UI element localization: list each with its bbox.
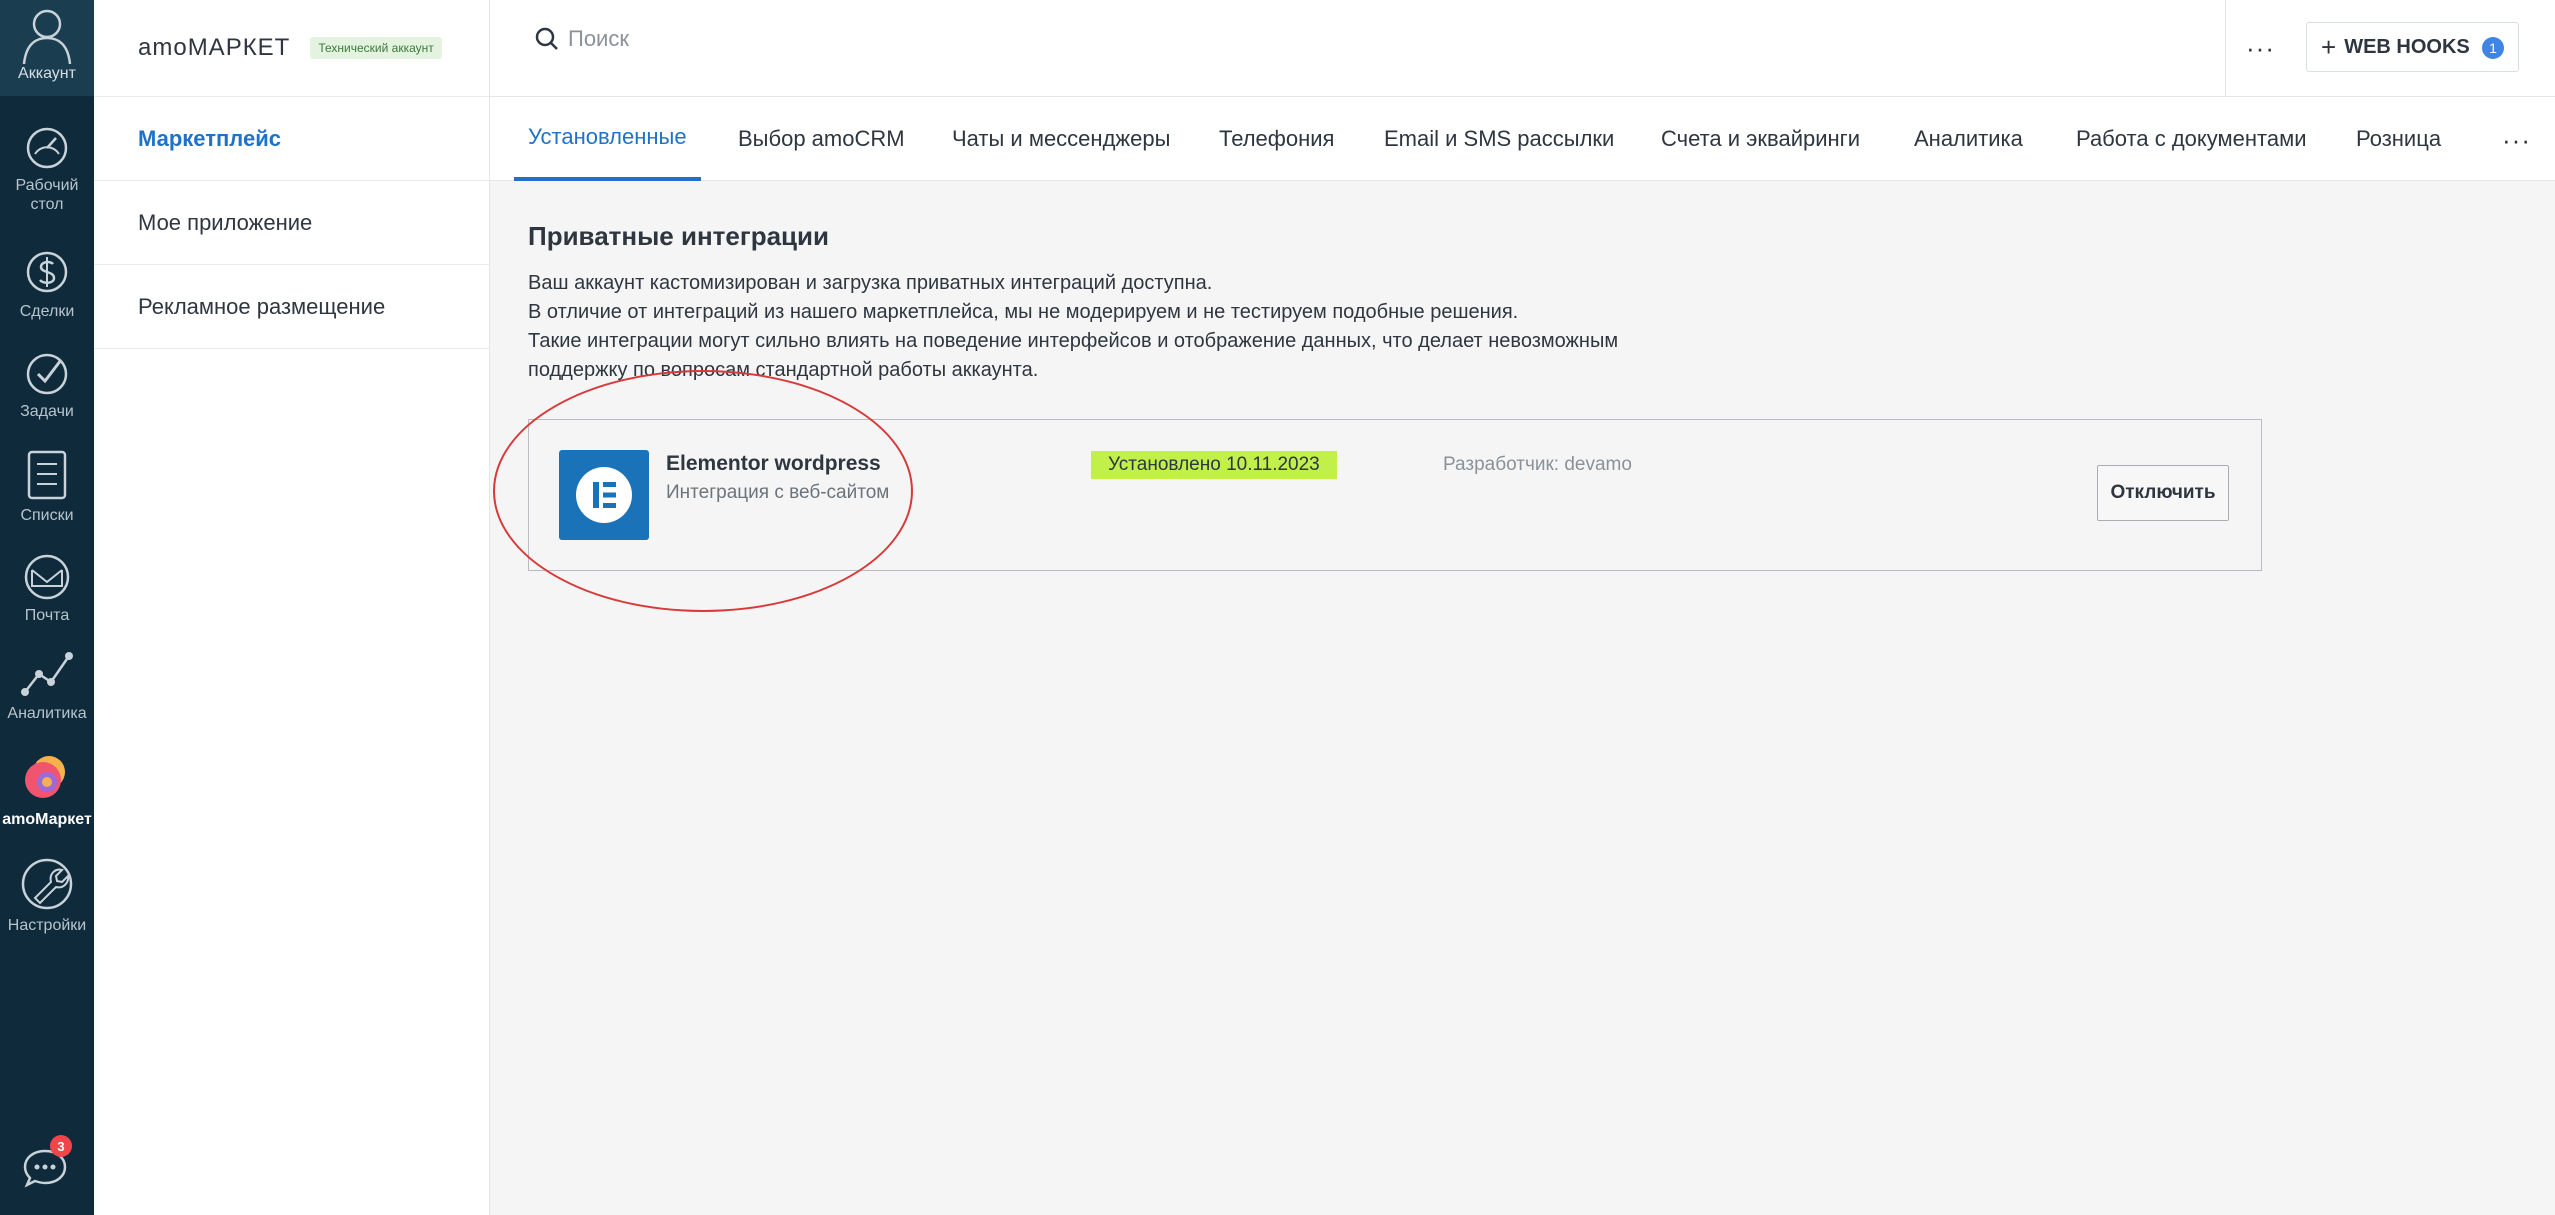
tasks-check-icon (26, 353, 68, 395)
sidebar-item-marketplace[interactable]: Маркетплейс (94, 97, 489, 181)
notice-line: В отличие от интеграций из нашего маркет… (528, 301, 1519, 323)
search-icon (535, 27, 558, 50)
nav-dashboard[interactable]: Рабочий стол (0, 124, 94, 214)
dashboard-icon (26, 127, 68, 169)
plus-icon: + (2321, 31, 2337, 62)
nav-analytics-label: Аналитика (7, 705, 87, 722)
tab-analytics[interactable]: Аналитика (1914, 97, 2023, 181)
nav-lists-label: Списки (20, 507, 74, 524)
disable-button[interactable]: Отключить (2097, 465, 2229, 521)
tab-retail[interactable]: Розница (2356, 97, 2441, 181)
brand-title: amoМАРКЕТ (138, 34, 291, 61)
nav-dashboard-label-1: Рабочий (15, 177, 79, 194)
integration-card[interactable]: Elementor wordpress Интеграция с веб-сай… (528, 419, 2262, 571)
tabs-more-button[interactable]: ··· (2502, 125, 2531, 156)
tab-invoices-acquiring[interactable]: Счета и эквайринги (1661, 97, 1860, 181)
notice-line: Ваш аккаунт кастомизирован и загрузка пр… (528, 272, 1213, 294)
mail-icon (24, 554, 70, 600)
webhooks-button[interactable]: + WEB HOOKS 1 (2306, 22, 2519, 72)
nav-tasks[interactable]: Задачи (0, 350, 94, 421)
nav-amomarket[interactable]: amoМаркет (0, 750, 94, 829)
section-title: Приватные интеграции (528, 221, 829, 251)
amomarket-icon (25, 756, 65, 798)
integration-name: Elementor wordpress (666, 452, 881, 475)
chat-unread-badge: 3 (50, 1135, 72, 1157)
nav-mail-label: Почта (24, 607, 70, 624)
account-button[interactable]: Аккаунт (0, 0, 94, 96)
tab-installed[interactable]: Установленные (514, 97, 701, 181)
left-nav-rail: Аккаунт Рабочий стол Сделки Задачи Списки (0, 0, 94, 1215)
tab-chats-messengers[interactable]: Чаты и мессенджеры (952, 97, 1170, 181)
nav-deals[interactable]: Сделки (0, 244, 94, 321)
tab-telephony[interactable]: Телефония (1219, 97, 1334, 181)
technical-account-badge: Технический аккаунт (310, 37, 442, 59)
integration-description: Интеграция с веб-сайтом (666, 482, 890, 503)
sidebar-item-my-app[interactable]: Мое приложение (94, 181, 489, 265)
webhooks-label: WEB HOOKS (2344, 35, 2470, 58)
nav-settings-label: Настройки (7, 917, 87, 934)
nav-lists[interactable]: Списки (0, 448, 94, 525)
installed-date-badge: Установлено 10.11.2023 (1091, 451, 1337, 479)
nav-dashboard-label-2: стол (30, 196, 64, 213)
notice-line: Такие интеграции могут сильно влиять на … (528, 330, 1619, 352)
nav-deals-label: Сделки (19, 303, 75, 320)
category-tabs: Установленные Выбор amoCRM Чаты и мессен… (490, 97, 2555, 181)
search-box[interactable]: Поиск (534, 26, 629, 52)
deals-dollar-icon (26, 251, 68, 293)
account-avatar-icon (22, 9, 72, 64)
tab-choice-amocrm[interactable]: Выбор amoCRM (738, 97, 905, 181)
nav-analytics[interactable]: Аналитика (0, 648, 94, 723)
nav-amomarket-label: amoМаркет (2, 811, 92, 828)
search-input[interactable]: Поиск (568, 26, 629, 52)
settings-wrench-icon (21, 858, 73, 910)
account-label: Аккаунт (18, 65, 76, 82)
notice-line: поддержку по вопросам стандартной работы… (528, 359, 1039, 381)
tab-documents[interactable]: Работа с документами (2076, 97, 2307, 181)
top-more-button[interactable]: ··· (2225, 0, 2295, 97)
developer-label: Разработчик: devamo (1443, 454, 1632, 475)
lists-icon (27, 450, 67, 500)
nav-tasks-label: Задачи (20, 403, 74, 420)
nav-mail[interactable]: Почта (0, 552, 94, 625)
webhooks-count-badge: 1 (2482, 37, 2504, 59)
top-bar: Поиск ··· + WEB HOOKS 1 (490, 0, 2555, 97)
brand-header: amoМАРКЕТ Технический аккаунт (94, 0, 489, 97)
main-content: Приватные интеграции Ваш аккаунт кастоми… (490, 181, 2555, 1215)
tab-email-sms[interactable]: Email и SMS рассылки (1384, 97, 1614, 181)
nav-settings[interactable]: Настройки (0, 856, 94, 935)
market-sidebar: amoМАРКЕТ Технический аккаунт Маркетплей… (94, 0, 490, 1215)
private-integrations-notice: Ваш аккаунт кастомизирован и загрузка пр… (528, 269, 1828, 385)
elementor-logo-icon (559, 450, 649, 540)
analytics-icon (21, 652, 73, 696)
sidebar-item-ad-placement[interactable]: Рекламное размещение (94, 265, 489, 349)
